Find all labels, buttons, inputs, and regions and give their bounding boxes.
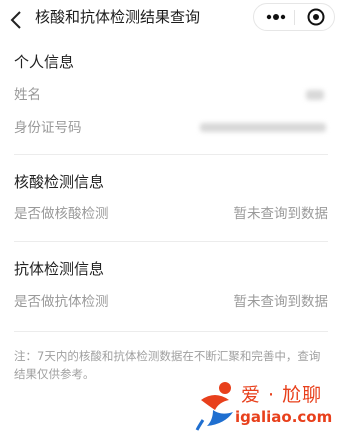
antibody-row-value: 暂未查询到数据 (233, 294, 329, 310)
divider (14, 331, 328, 332)
section-title-antibody: 抗体检测信息 (14, 260, 105, 278)
nucleic-row-label: 是否做核酸检测 (14, 206, 109, 222)
more-dots-icon[interactable] (262, 7, 290, 27)
watermark-url: igaliao.com (235, 408, 333, 426)
antibody-row-label: 是否做抗体检测 (14, 294, 109, 310)
nucleic-row-value: 暂未查询到数据 (233, 206, 329, 222)
target-circle-icon[interactable] (302, 7, 330, 27)
nav-bar: 核酸和抗体检测结果查询 (0, 0, 344, 40)
note-line-1: 注：7天内的核酸和抗体检测数据在不断汇聚和完善中，查询 (14, 349, 321, 363)
runner-logo-icon (195, 382, 233, 431)
watermark: 爱 · 尬聊 igaliao.com (195, 376, 344, 439)
page-title: 核酸和抗体检测结果查询 (35, 8, 201, 26)
id-value-redacted (200, 123, 326, 132)
divider (14, 241, 328, 242)
id-label: 身份证号码 (14, 120, 82, 136)
section-title-personal: 个人信息 (14, 53, 75, 71)
chevron-left-icon[interactable] (8, 9, 26, 31)
capsule-separator (294, 10, 295, 25)
section-title-nucleic: 核酸检测信息 (14, 173, 105, 191)
mini-program-capsule (253, 3, 335, 31)
name-label: 姓名 (14, 87, 41, 103)
divider (14, 154, 328, 155)
name-value-redacted (306, 90, 324, 100)
watermark-brand: 爱 · 尬聊 (241, 384, 323, 406)
